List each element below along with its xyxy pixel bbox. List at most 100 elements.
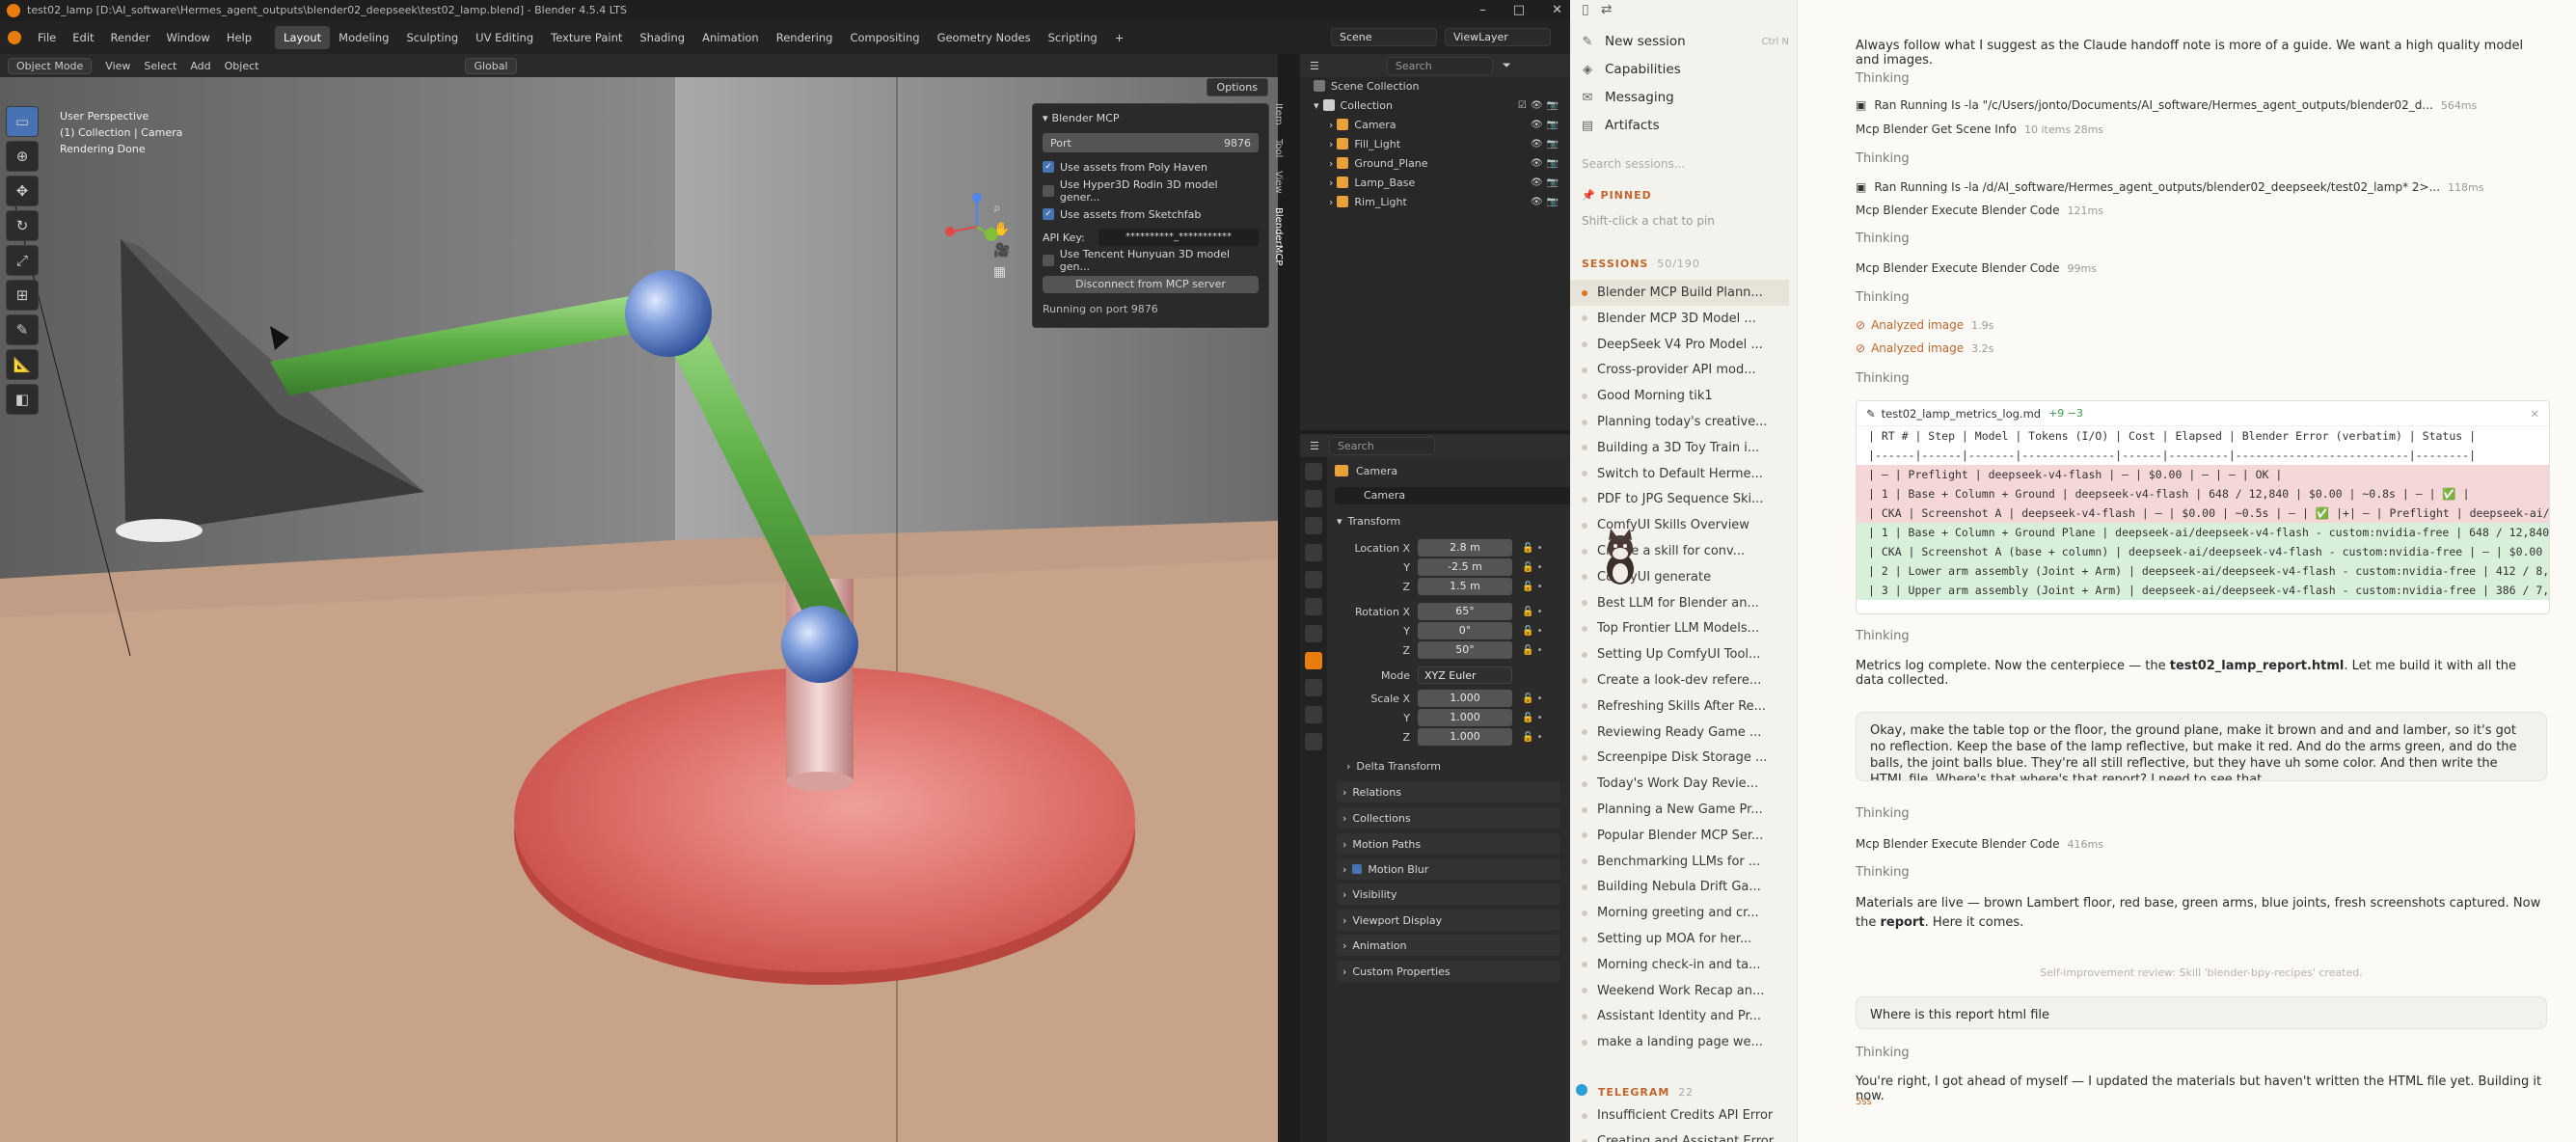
session-item[interactable]: Building Nebula Drift Ga... [1570, 874, 1789, 900]
tool-call-line[interactable]: Mcp Blender Execute Blender Code 121ms [1856, 204, 2547, 217]
tool-call-line[interactable]: Mcp Blender Get Scene Info 10 items 28ms [1856, 122, 2547, 136]
motion-paths-section[interactable]: › Motion Paths [1337, 833, 1560, 855]
tab-scripting[interactable]: Scripting [1040, 26, 1106, 49]
editor-type-icon[interactable]: ☰ [1310, 440, 1319, 452]
session-item[interactable]: Switch to Default Herme... [1570, 461, 1789, 487]
menu-object[interactable]: Object [225, 60, 259, 72]
tab-modeling[interactable]: Modeling [330, 26, 397, 49]
pan-hand-icon[interactable]: ✋ [993, 222, 1010, 237]
tool-call-line[interactable]: Mcp Blender Execute Blender Code 416ms [1856, 837, 2547, 851]
collections-section[interactable]: › Collections [1337, 807, 1560, 829]
transform-tool[interactable]: ⊞ [6, 280, 39, 311]
tool-tab-icon[interactable] [1305, 463, 1322, 480]
maximize-icon[interactable]: □ [1513, 0, 1525, 21]
world-tab-icon[interactable] [1305, 598, 1322, 615]
select-box-tool[interactable]: ▭ [6, 106, 39, 137]
add-cube-tool[interactable]: ◧ [6, 384, 39, 415]
location-x-field[interactable]: 2.8 m [1418, 539, 1512, 557]
visibility-icons[interactable]: 👁📷 [1531, 197, 1562, 207]
session-item[interactable]: Morning check-in and ta... [1570, 952, 1789, 978]
tool-call-line[interactable]: ▣ Ran Running Is -la "/c/Users/jonto/Doc… [1856, 98, 2547, 112]
rotation-z-field[interactable]: 50° [1418, 641, 1512, 659]
scene-collection-item[interactable]: Scene Collection [1314, 77, 1419, 95]
telegram-session-item[interactable]: Creating and Assistant Error [1570, 1128, 1789, 1142]
tab-animation[interactable]: Animation [693, 26, 768, 49]
thinking-label[interactable]: Thinking [1856, 806, 2547, 821]
lock-icon[interactable]: 🔓 • [1522, 562, 1543, 573]
lock-icon[interactable]: 🔓 • [1522, 607, 1543, 617]
api-key-field[interactable]: **********_*********** [1098, 229, 1259, 246]
lock-icon[interactable]: 🔓 • [1522, 543, 1543, 554]
outliner-item-rim-light[interactable]: › Rim_Light 👁📷 [1329, 193, 1570, 210]
session-item[interactable]: Good Morning tik1 [1570, 383, 1789, 409]
session-item[interactable]: Reviewing Ready Game ... [1570, 720, 1789, 746]
scale-z-field[interactable]: 1.000 [1418, 728, 1512, 746]
session-item[interactable]: Assistant Identity and Pr... [1570, 1003, 1789, 1029]
add-workspace-icon[interactable]: + [1106, 26, 1133, 49]
tab-layout[interactable]: Layout [275, 26, 331, 49]
outliner-item-camera[interactable]: › Camera 👁📷 [1329, 116, 1570, 133]
output-tab-icon[interactable] [1305, 517, 1322, 534]
visibility-icons[interactable]: 👁📷 [1531, 139, 1562, 150]
orientation-select[interactable]: Global [465, 57, 517, 74]
visibility-icons[interactable]: 👁📷 [1531, 158, 1562, 169]
transform-section[interactable]: ▾ Transform [1327, 511, 1570, 530]
session-item[interactable]: Popular Blender MCP Ser... [1570, 823, 1789, 849]
camera-view-icon[interactable]: 🎥 [993, 243, 1010, 258]
switch-icon[interactable]: ⇄ [1601, 2, 1613, 17]
telegram-session-item[interactable]: Insufficient Credits API Error [1570, 1102, 1789, 1128]
properties-search[interactable]: Search [1328, 436, 1435, 455]
poly-haven-checkbox[interactable]: ✓ Use assets from Poly Haven [1043, 157, 1259, 177]
port-field[interactable]: Port 9876 [1043, 133, 1259, 152]
visibility-icons[interactable]: 👁📷 [1531, 120, 1562, 130]
file-diff-header[interactable]: ✎ test02_lamp_metrics_log.md +9 −3 ✕ [1857, 401, 2549, 426]
outliner-item-fill-light[interactable]: › Fill_Light 👁📷 [1329, 135, 1570, 152]
physics-tab-icon[interactable] [1305, 706, 1322, 723]
viewport-display-section[interactable]: › Viewport Display [1337, 910, 1560, 931]
close-icon[interactable]: ✕ [1552, 0, 1562, 21]
view-layer-tab-icon[interactable] [1305, 544, 1322, 561]
lock-icon[interactable]: 🔓 • [1522, 713, 1543, 723]
object-data-field[interactable]: Camera [1335, 487, 1570, 504]
animation-section[interactable]: › Animation [1337, 935, 1560, 956]
session-item[interactable]: Blender MCP Build Plann... [1570, 280, 1789, 306]
scene-field[interactable]: Scene [1331, 28, 1437, 46]
grid-toggle-icon[interactable]: ▦ [993, 264, 1010, 280]
annotate-tool[interactable]: ✎ [6, 314, 39, 345]
minimize-icon[interactable]: – [1479, 0, 1486, 21]
messaging-link[interactable]: ✉ Messaging [1580, 85, 1789, 110]
sketchfab-checkbox[interactable]: ✓ Use assets from Sketchfab [1043, 204, 1259, 224]
delta-transform-section[interactable]: › Delta Transform [1327, 756, 1570, 775]
collection-item[interactable]: ▾ Collection ☑👁📷 [1314, 96, 1570, 114]
menu-add[interactable]: Add [190, 60, 210, 72]
view-layer-field[interactable]: ViewLayer [1445, 28, 1551, 46]
tab-shading[interactable]: Shading [631, 26, 693, 49]
lock-icon[interactable]: 🔓 • [1522, 732, 1543, 743]
measure-tool[interactable]: 📐 [6, 349, 39, 380]
session-item[interactable]: Best LLM for Blender an... [1570, 590, 1789, 616]
thinking-label[interactable]: Thinking [1856, 371, 2547, 386]
session-item[interactable]: Building a 3D Toy Train i... [1570, 435, 1789, 461]
new-session-button[interactable]: ✎ New session Ctrl N [1580, 29, 1789, 54]
tab-sculpting[interactable]: Sculpting [397, 26, 467, 49]
hyper3d-checkbox[interactable]: Use Hyper3D Rodin 3D model gener... [1043, 178, 1259, 204]
artifacts-link[interactable]: ▤ Artifacts [1580, 113, 1789, 138]
thinking-label[interactable]: Thinking [1856, 231, 2547, 246]
relations-section[interactable]: › Relations [1337, 781, 1560, 802]
object-tab-icon[interactable] [1305, 652, 1322, 669]
menu-help[interactable]: Help [227, 31, 252, 44]
menu-edit[interactable]: Edit [72, 31, 94, 44]
session-item[interactable]: DeepSeek V4 Pro Model ... [1570, 332, 1789, 358]
checkbox-checked-icon[interactable] [1352, 864, 1363, 874]
session-item[interactable]: make a landing page we... [1570, 1029, 1789, 1055]
cursor-tool[interactable]: ⊕ [6, 141, 39, 172]
session-item[interactable]: Benchmarking LLMs for ... [1570, 849, 1789, 875]
data-tab-icon[interactable] [1305, 733, 1322, 750]
mode-select[interactable]: Object Mode [8, 57, 93, 74]
menu-view[interactable]: View [105, 60, 130, 72]
tab-uv-editing[interactable]: UV Editing [467, 26, 542, 49]
rotation-y-field[interactable]: 0° [1418, 622, 1512, 639]
tab-tool[interactable]: Tool [1273, 139, 1284, 157]
options-button[interactable]: Options [1206, 78, 1268, 96]
collection-tab-icon[interactable] [1305, 625, 1322, 642]
